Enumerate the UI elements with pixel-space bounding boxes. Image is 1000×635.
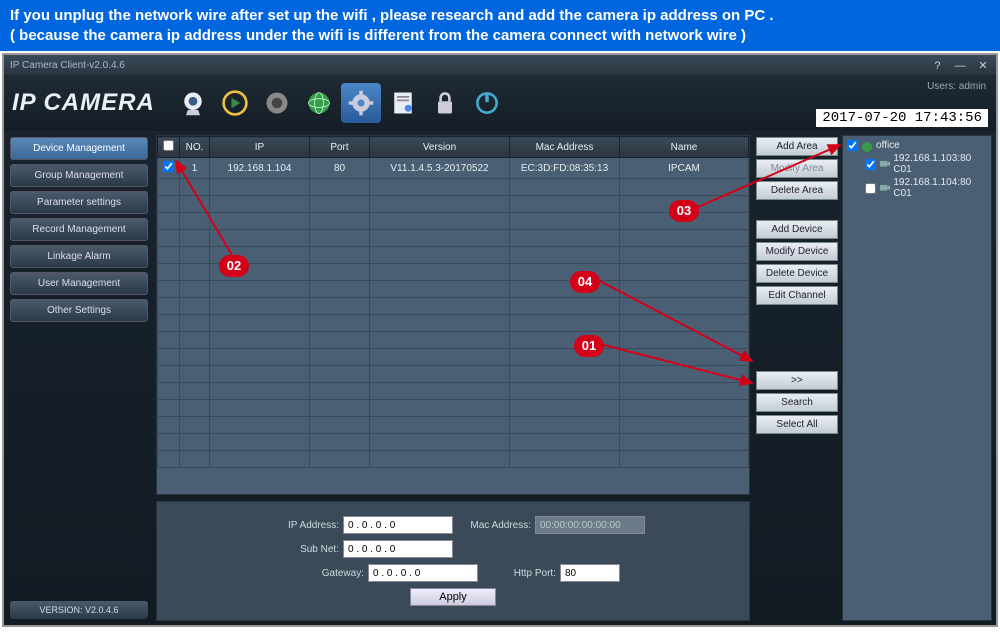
col-version: Version xyxy=(370,137,510,158)
modify-area-button[interactable]: Modify Area xyxy=(756,159,838,178)
col-no: NO. xyxy=(180,137,210,158)
tree-root-office[interactable]: office xyxy=(847,140,987,151)
gateway-input[interactable] xyxy=(368,564,478,582)
gateway-label: Gateway: xyxy=(286,568,364,579)
add-device-button[interactable]: Add Device xyxy=(756,220,838,239)
col-ip: IP xyxy=(210,137,310,158)
window-title: IP Camera Client-v2.0.4.6 xyxy=(10,60,125,71)
col-name: Name xyxy=(620,137,749,158)
nav-other-settings[interactable]: Other Settings xyxy=(10,299,148,322)
camera-small-icon xyxy=(879,183,890,193)
delete-device-button[interactable]: Delete Device xyxy=(756,264,838,283)
device-table: NO. IP Port Version Mac Address Name 1 1… xyxy=(156,135,750,495)
add-area-button[interactable]: Add Area xyxy=(756,137,838,156)
play-icon[interactable] xyxy=(215,83,255,123)
user-label: Users: admin xyxy=(927,81,986,92)
action-buttons: Add Area Modify Area Delete Area Add Dev… xyxy=(752,131,842,625)
tree-root-checkbox[interactable] xyxy=(847,140,858,151)
move-button[interactable]: >> xyxy=(756,371,838,390)
nav-device-management[interactable]: Device Management xyxy=(10,137,148,160)
globe-icon[interactable] xyxy=(299,83,339,123)
search-button[interactable]: Search xyxy=(756,393,838,412)
col-mac: Mac Address xyxy=(510,137,620,158)
device-tree: office 192.168.1.103:80 C01 192.168.1.10… xyxy=(842,135,992,621)
minimize-icon[interactable]: — xyxy=(953,60,967,70)
http-port-label: Http Port: xyxy=(478,568,556,579)
nav-record-management[interactable]: Record Management xyxy=(10,218,148,241)
version-label: VERSION: V2.0.4.6 xyxy=(10,601,148,619)
tree-camera-2[interactable]: 192.168.1.104:80 C01 xyxy=(865,177,987,199)
edit-channel-button[interactable]: Edit Channel xyxy=(756,286,838,305)
webcam-icon[interactable] xyxy=(173,83,213,123)
mac-address-input xyxy=(535,516,645,534)
select-all-button[interactable]: Select All xyxy=(756,415,838,434)
subnet-input[interactable] xyxy=(343,540,453,558)
settings-gear-icon[interactable] xyxy=(341,83,381,123)
tree-cam1-checkbox[interactable] xyxy=(865,159,876,170)
modify-device-button[interactable]: Modify Device xyxy=(756,242,838,261)
mac-address-label: Mac Address: xyxy=(453,520,531,531)
tree-cam2-checkbox[interactable] xyxy=(865,183,876,194)
http-port-input[interactable] xyxy=(560,564,620,582)
col-check xyxy=(158,137,180,158)
record-icon[interactable] xyxy=(257,83,297,123)
nav-parameter-settings[interactable]: Parameter settings xyxy=(10,191,148,214)
network-form: IP Address: Mac Address: Sub Net: . Gate… xyxy=(156,501,750,621)
header-checkbox[interactable] xyxy=(163,140,174,151)
header-bar: IP CAMERA Users: admin 2017-07-20 17:43:… xyxy=(4,75,996,131)
camera-small-icon xyxy=(879,159,890,169)
clock: 2017-07-20 17:43:56 xyxy=(816,109,988,127)
power-icon[interactable] xyxy=(467,83,507,123)
globe-small-icon xyxy=(861,141,873,151)
apply-button[interactable]: Apply xyxy=(410,588,496,606)
close-icon[interactable]: ✕ xyxy=(976,59,990,69)
ip-address-input[interactable] xyxy=(343,516,453,534)
lock-icon[interactable] xyxy=(425,83,465,123)
app-window: IP Camera Client-v2.0.4.6 ? — ✕ IP CAMER… xyxy=(2,53,998,627)
instruction-banner: If you unplug the network wire after set… xyxy=(0,0,1000,51)
log-icon[interactable] xyxy=(383,83,423,123)
nav-group-management[interactable]: Group Management xyxy=(10,164,148,187)
nav-linkage-alarm[interactable]: Linkage Alarm xyxy=(10,245,148,268)
delete-area-button[interactable]: Delete Area xyxy=(756,181,838,200)
titlebar: IP Camera Client-v2.0.4.6 ? — ✕ xyxy=(4,55,996,75)
sidebar-nav: Device Management Group Management Param… xyxy=(4,131,154,625)
nav-user-management[interactable]: User Management xyxy=(10,272,148,295)
app-logo: IP CAMERA xyxy=(12,89,155,117)
table-row[interactable]: 1 192.168.1.104 80 V11.1.4.5.3-20170522 … xyxy=(158,158,749,179)
tree-camera-1[interactable]: 192.168.1.103:80 C01 xyxy=(865,153,987,175)
col-port: Port xyxy=(310,137,370,158)
row-checkbox[interactable] xyxy=(163,161,174,172)
help-icon[interactable]: ? xyxy=(930,60,944,70)
ip-address-label: IP Address: xyxy=(261,520,339,531)
subnet-label: Sub Net: xyxy=(261,544,339,555)
